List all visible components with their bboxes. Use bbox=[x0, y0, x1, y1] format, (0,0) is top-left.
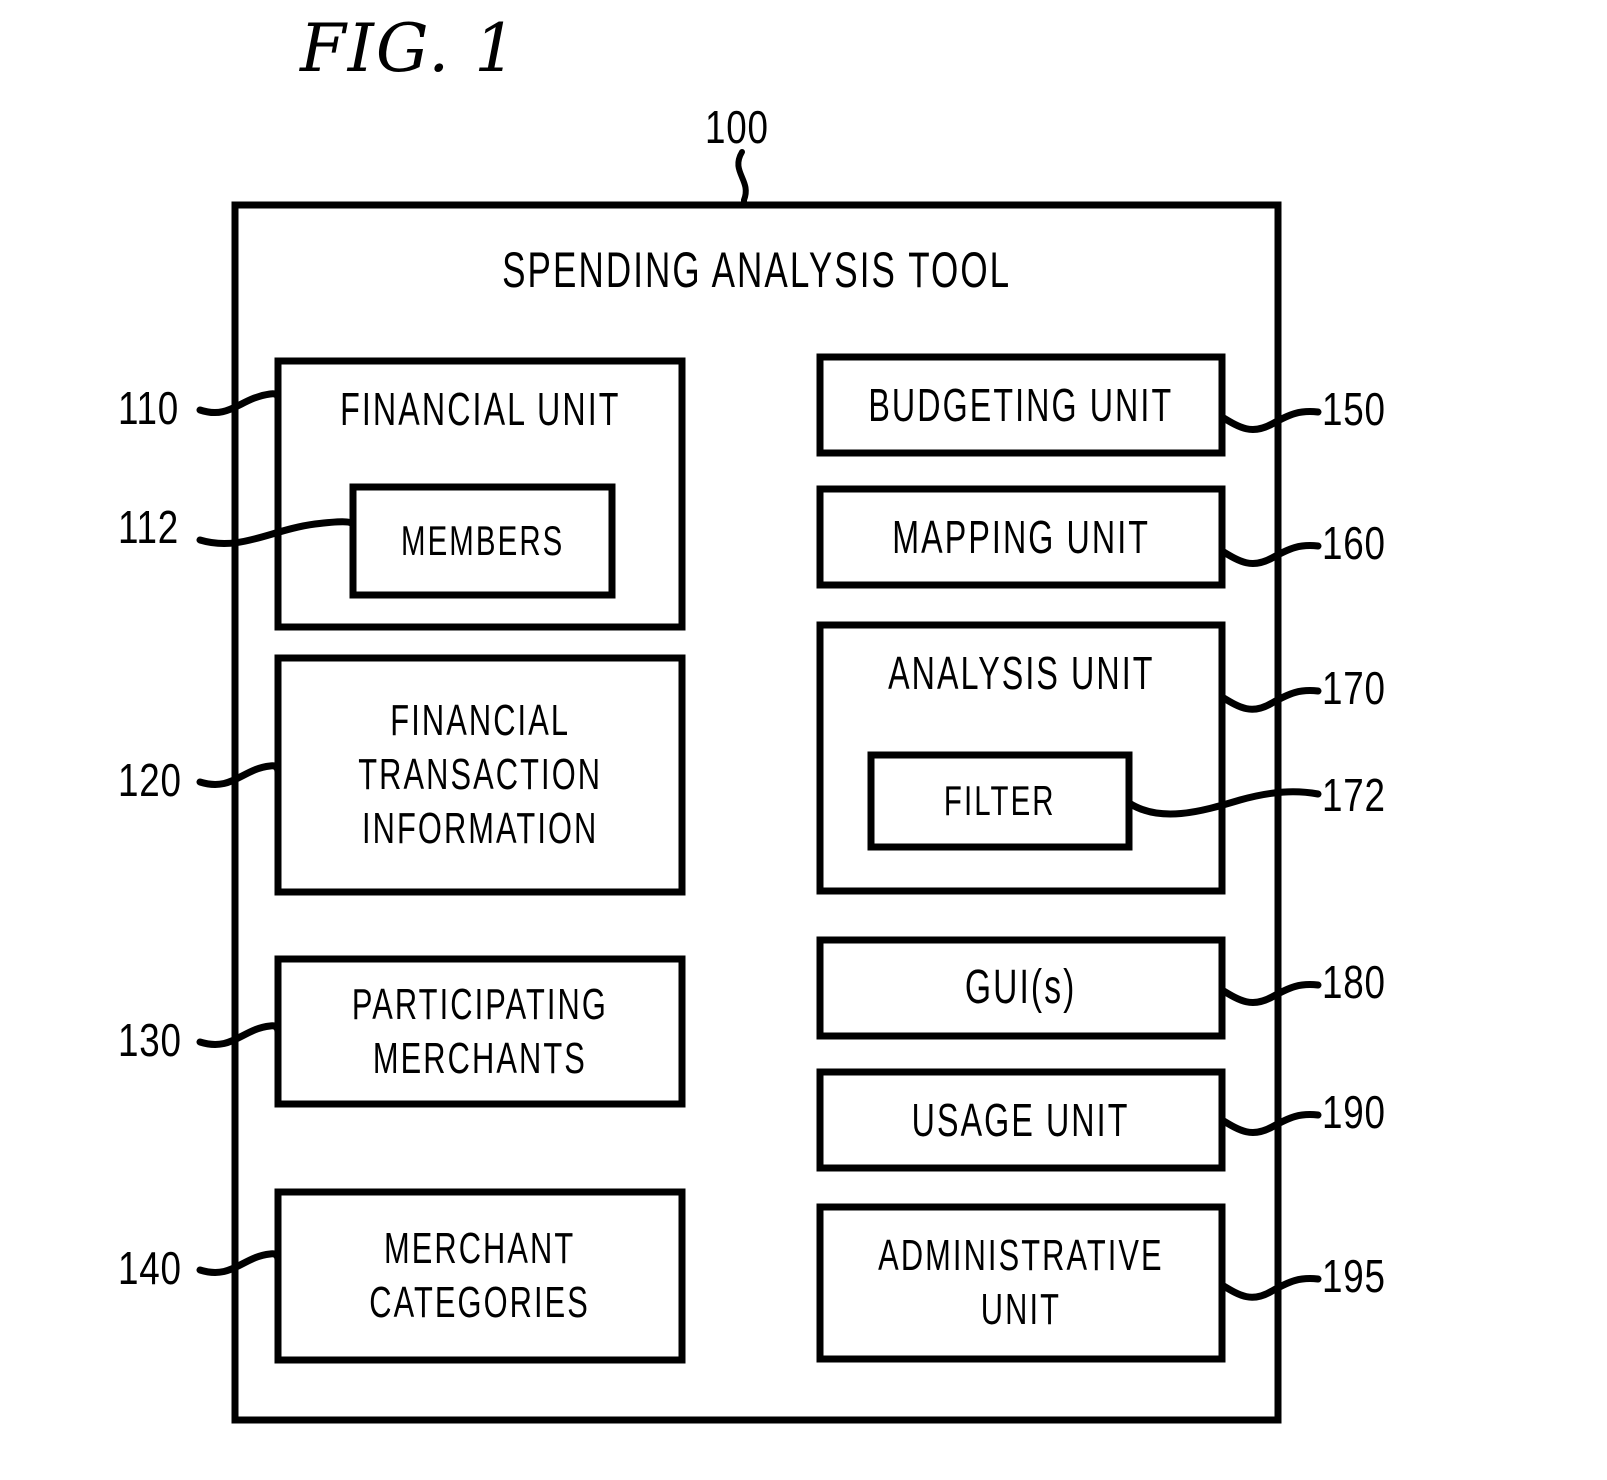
ref-172: 172 bbox=[1322, 769, 1386, 821]
ref-195: 195 bbox=[1322, 1250, 1386, 1302]
leader-line-170 bbox=[1218, 687, 1322, 713]
box-participating-merchants bbox=[274, 955, 686, 1108]
leader-line-120 bbox=[196, 762, 282, 788]
ref-140: 140 bbox=[118, 1242, 182, 1294]
box-filter bbox=[867, 751, 1133, 851]
ref-180: 180 bbox=[1322, 956, 1386, 1008]
leader-line-110 bbox=[196, 390, 282, 417]
leader-line-130 bbox=[196, 1022, 282, 1048]
ref-112: 112 bbox=[118, 501, 180, 553]
box-members bbox=[349, 483, 616, 599]
ref-170: 170 bbox=[1322, 662, 1386, 714]
box-mapping-unit bbox=[816, 485, 1226, 589]
ref-130: 130 bbox=[118, 1014, 182, 1066]
box-gui bbox=[816, 936, 1226, 1040]
ref-150: 150 bbox=[1322, 383, 1386, 435]
box-financial-unit bbox=[274, 357, 686, 631]
ref-100: 100 bbox=[705, 101, 769, 153]
leader-line-150 bbox=[1218, 408, 1322, 434]
box-administrative-unit bbox=[816, 1203, 1226, 1363]
leader-line-190 bbox=[1218, 1111, 1322, 1137]
box-usage-unit bbox=[816, 1068, 1226, 1172]
leader-line-180 bbox=[1218, 981, 1322, 1007]
leader-line-100 bbox=[735, 149, 749, 208]
box-financial-transaction-information bbox=[274, 654, 686, 896]
ref-190: 190 bbox=[1322, 1086, 1386, 1138]
leader-line-140 bbox=[196, 1250, 282, 1276]
ref-160: 160 bbox=[1322, 517, 1386, 569]
patent-figure: FIG. 1 SPENDING ANALYSIS TOOL 100 FINANC… bbox=[0, 0, 1607, 1480]
box-budgeting-unit bbox=[816, 353, 1226, 457]
leader-line-195 bbox=[1218, 1275, 1322, 1301]
ref-110: 110 bbox=[118, 382, 180, 434]
ref-120: 120 bbox=[118, 754, 182, 806]
outer-container-box bbox=[231, 201, 1282, 1424]
leader-line-160 bbox=[1218, 542, 1322, 568]
box-merchant-categories bbox=[274, 1188, 686, 1364]
